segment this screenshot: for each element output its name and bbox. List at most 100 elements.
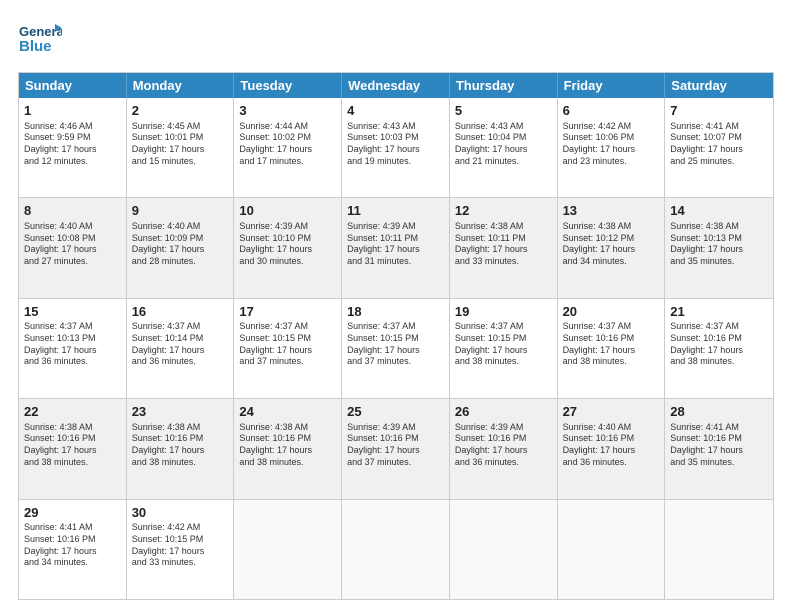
cell-info-line: and 33 minutes. — [455, 256, 552, 268]
cell-info-line: and 23 minutes. — [563, 156, 660, 168]
cell-info-line: Sunset: 10:16 PM — [347, 433, 444, 445]
page: General Blue SundayMondayTuesdayWednesda… — [0, 0, 792, 612]
day-number: 17 — [239, 303, 336, 321]
empty-cell — [558, 500, 666, 599]
cell-info-line: Sunset: 10:07 PM — [670, 132, 768, 144]
cell-info-line: and 28 minutes. — [132, 256, 229, 268]
cell-info-line: Daylight: 17 hours — [455, 345, 552, 357]
day-number: 20 — [563, 303, 660, 321]
cell-info-line: Sunrise: 4:43 AM — [455, 121, 552, 133]
day-number: 6 — [563, 102, 660, 120]
cell-info-line: and 36 minutes. — [24, 356, 121, 368]
day-cell-24: 24Sunrise: 4:38 AMSunset: 10:16 PMDaylig… — [234, 399, 342, 498]
cell-info-line: Daylight: 17 hours — [24, 345, 121, 357]
calendar-header: SundayMondayTuesdayWednesdayThursdayFrid… — [19, 73, 773, 98]
cell-info-line: and 17 minutes. — [239, 156, 336, 168]
day-number: 25 — [347, 403, 444, 421]
cell-info-line: Daylight: 17 hours — [24, 144, 121, 156]
cell-info-line: Daylight: 17 hours — [347, 144, 444, 156]
day-cell-17: 17Sunrise: 4:37 AMSunset: 10:15 PMDaylig… — [234, 299, 342, 398]
cell-info-line: Sunset: 10:13 PM — [24, 333, 121, 345]
cell-info-line: Sunrise: 4:42 AM — [563, 121, 660, 133]
cell-info-line: Sunrise: 4:37 AM — [239, 321, 336, 333]
svg-text:Blue: Blue — [19, 38, 52, 55]
cell-info-line: Daylight: 17 hours — [455, 445, 552, 457]
day-cell-9: 9Sunrise: 4:40 AMSunset: 10:09 PMDayligh… — [127, 198, 235, 297]
cell-info-line: Sunset: 10:16 PM — [455, 433, 552, 445]
cell-info-line: Sunset: 10:02 PM — [239, 132, 336, 144]
cell-info-line: Sunrise: 4:39 AM — [347, 221, 444, 233]
cell-info-line: Sunset: 10:12 PM — [563, 233, 660, 245]
cell-info-line: Sunset: 10:16 PM — [670, 333, 768, 345]
cell-info-line: Sunrise: 4:45 AM — [132, 121, 229, 133]
cell-info-line: Sunrise: 4:41 AM — [670, 121, 768, 133]
day-cell-10: 10Sunrise: 4:39 AMSunset: 10:10 PMDaylig… — [234, 198, 342, 297]
day-number: 14 — [670, 202, 768, 220]
cell-info-line: Daylight: 17 hours — [132, 244, 229, 256]
cell-info-line: Sunset: 10:16 PM — [132, 433, 229, 445]
cell-info-line: Sunrise: 4:39 AM — [239, 221, 336, 233]
cell-info-line: Daylight: 17 hours — [563, 244, 660, 256]
cell-info-line: Sunset: 9:59 PM — [24, 132, 121, 144]
day-cell-25: 25Sunrise: 4:39 AMSunset: 10:16 PMDaylig… — [342, 399, 450, 498]
empty-cell — [342, 500, 450, 599]
cell-info-line: Daylight: 17 hours — [132, 546, 229, 558]
cell-info-line: and 38 minutes. — [670, 356, 768, 368]
cell-info-line: Sunset: 10:04 PM — [455, 132, 552, 144]
cell-info-line: Sunrise: 4:38 AM — [670, 221, 768, 233]
cell-info-line: Sunset: 10:03 PM — [347, 132, 444, 144]
cell-info-line: Daylight: 17 hours — [670, 445, 768, 457]
day-number: 10 — [239, 202, 336, 220]
day-cell-22: 22Sunrise: 4:38 AMSunset: 10:16 PMDaylig… — [19, 399, 127, 498]
cell-info-line: Daylight: 17 hours — [24, 244, 121, 256]
cell-info-line: Daylight: 17 hours — [24, 546, 121, 558]
cell-info-line: and 35 minutes. — [670, 457, 768, 469]
calendar-row-4: 22Sunrise: 4:38 AMSunset: 10:16 PMDaylig… — [19, 398, 773, 498]
day-cell-7: 7Sunrise: 4:41 AMSunset: 10:07 PMDayligh… — [665, 98, 773, 197]
day-number: 2 — [132, 102, 229, 120]
calendar-row-3: 15Sunrise: 4:37 AMSunset: 10:13 PMDaylig… — [19, 298, 773, 398]
cell-info-line: Sunset: 10:09 PM — [132, 233, 229, 245]
header: General Blue — [18, 18, 774, 62]
cell-info-line: Daylight: 17 hours — [455, 144, 552, 156]
cell-info-line: and 38 minutes. — [563, 356, 660, 368]
cell-info-line: Daylight: 17 hours — [347, 345, 444, 357]
day-number: 7 — [670, 102, 768, 120]
logo: General Blue — [18, 18, 62, 62]
cell-info-line: Sunset: 10:16 PM — [24, 433, 121, 445]
day-number: 8 — [24, 202, 121, 220]
cell-info-line: and 36 minutes. — [132, 356, 229, 368]
cell-info-line: Daylight: 17 hours — [239, 445, 336, 457]
cell-info-line: Sunset: 10:14 PM — [132, 333, 229, 345]
cell-info-line: and 15 minutes. — [132, 156, 229, 168]
weekday-header-friday: Friday — [558, 73, 666, 98]
day-number: 22 — [24, 403, 121, 421]
cell-info-line: and 19 minutes. — [347, 156, 444, 168]
cell-info-line: Daylight: 17 hours — [670, 345, 768, 357]
cell-info-line: Daylight: 17 hours — [132, 345, 229, 357]
cell-info-line: Sunrise: 4:39 AM — [347, 422, 444, 434]
day-number: 4 — [347, 102, 444, 120]
cell-info-line: and 37 minutes. — [239, 356, 336, 368]
cell-info-line: Daylight: 17 hours — [455, 244, 552, 256]
cell-info-line: Sunset: 10:16 PM — [563, 333, 660, 345]
cell-info-line: Sunrise: 4:37 AM — [670, 321, 768, 333]
day-cell-30: 30Sunrise: 4:42 AMSunset: 10:15 PMDaylig… — [127, 500, 235, 599]
day-number: 27 — [563, 403, 660, 421]
day-cell-8: 8Sunrise: 4:40 AMSunset: 10:08 PMDayligh… — [19, 198, 127, 297]
day-cell-13: 13Sunrise: 4:38 AMSunset: 10:12 PMDaylig… — [558, 198, 666, 297]
cell-info-line: Sunrise: 4:37 AM — [347, 321, 444, 333]
day-number: 9 — [132, 202, 229, 220]
cell-info-line: and 38 minutes. — [24, 457, 121, 469]
cell-info-line: Sunrise: 4:46 AM — [24, 121, 121, 133]
cell-info-line: Sunset: 10:11 PM — [347, 233, 444, 245]
day-cell-26: 26Sunrise: 4:39 AMSunset: 10:16 PMDaylig… — [450, 399, 558, 498]
cell-info-line: and 34 minutes. — [24, 557, 121, 569]
cell-info-line: Daylight: 17 hours — [24, 445, 121, 457]
cell-info-line: Daylight: 17 hours — [563, 445, 660, 457]
cell-info-line: Sunrise: 4:37 AM — [563, 321, 660, 333]
cell-info-line: Daylight: 17 hours — [239, 345, 336, 357]
cell-info-line: Sunset: 10:16 PM — [239, 433, 336, 445]
day-number: 16 — [132, 303, 229, 321]
cell-info-line: and 12 minutes. — [24, 156, 121, 168]
